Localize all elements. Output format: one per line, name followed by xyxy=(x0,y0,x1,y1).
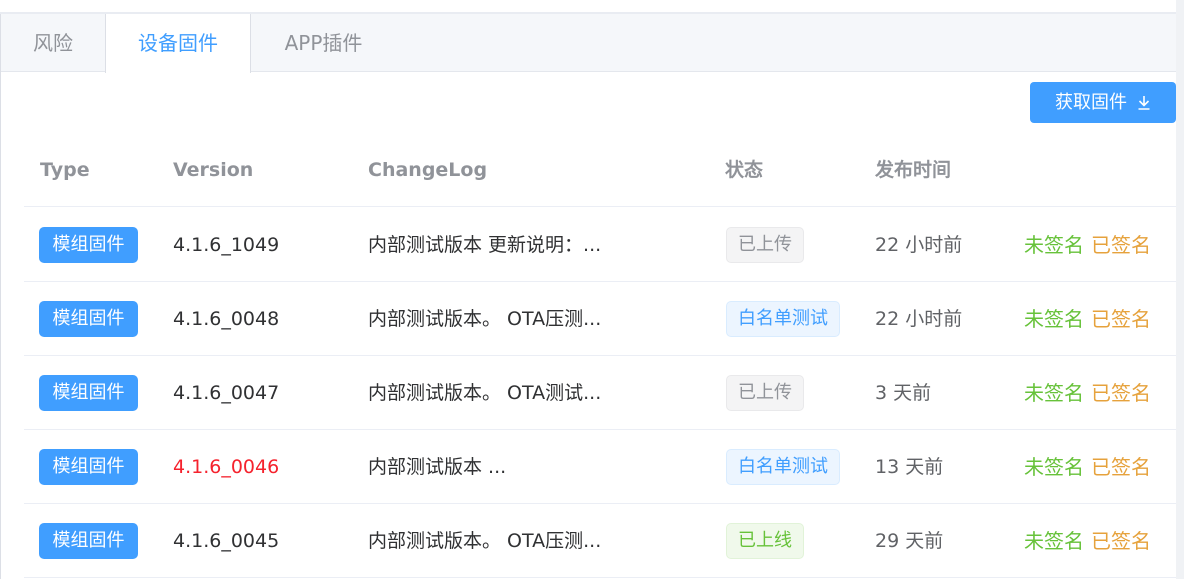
version-cell: 4.1.6_0046 xyxy=(173,456,280,478)
signed-link[interactable]: 已签名 xyxy=(1091,233,1151,257)
status-badge: 白名单测试 xyxy=(726,301,840,337)
header-changelog: ChangeLog xyxy=(368,159,488,181)
publish-time-cell: 13 天前 xyxy=(875,456,944,478)
top-strip xyxy=(0,0,1176,14)
sign-actions: 未签名 已签名 xyxy=(1024,356,1151,430)
download-icon xyxy=(1138,96,1150,110)
changelog-cell[interactable]: 内部测试版本。 OTA压测... xyxy=(368,282,601,356)
signed-link[interactable]: 已签名 xyxy=(1091,455,1151,479)
signed-link[interactable]: 已签名 xyxy=(1091,529,1151,553)
type-tag: 模组固件 xyxy=(39,375,138,411)
unsigned-link[interactable]: 未签名 xyxy=(1024,455,1084,479)
sign-actions: 未签名 已签名 xyxy=(1024,430,1151,504)
fetch-firmware-label: 获取固件 xyxy=(1055,92,1127,113)
signed-link[interactable]: 已签名 xyxy=(1091,307,1151,331)
type-tag: 模组固件 xyxy=(39,301,138,337)
signed-link[interactable]: 已签名 xyxy=(1091,381,1151,405)
sign-actions: 未签名 已签名 xyxy=(1024,504,1151,578)
sign-actions: 未签名 已签名 xyxy=(1024,282,1151,356)
tab-app-plugin[interactable]: APP插件 xyxy=(251,14,396,72)
version-cell: 4.1.6_0047 xyxy=(173,382,280,404)
version-cell: 4.1.6_1049 xyxy=(173,234,280,256)
status-badge: 白名单测试 xyxy=(726,449,840,485)
publish-time-cell: 22 小时前 xyxy=(875,234,963,256)
tab-device-firmware[interactable]: 设备固件 xyxy=(105,14,251,73)
table-header: Type Version ChangeLog 状态 发布时间 xyxy=(24,134,1176,207)
table-row[interactable]: 模组固件 4.1.6_0045 内部测试版本。 OTA压测... 已上线 29 天前 未签… xyxy=(24,504,1176,578)
table-row[interactable]: 模组固件 4.1.6_1049 内部测试版本 更新说明：... 已上传 22 小时前 未签… xyxy=(24,208,1176,282)
table-row[interactable]: 模组固件 4.1.6_0048 内部测试版本。 OTA压测... 白名单测试 22 小时… xyxy=(24,282,1176,356)
type-tag: 模组固件 xyxy=(39,227,138,263)
tab-risk[interactable]: 风险 xyxy=(1,14,105,72)
unsigned-link[interactable]: 未签名 xyxy=(1024,307,1084,331)
changelog-cell[interactable]: 内部测试版本。 OTA压测... xyxy=(368,504,601,578)
version-cell: 4.1.6_0045 xyxy=(173,530,280,552)
header-status: 状态 xyxy=(725,159,764,181)
version-cell: 4.1.6_0048 xyxy=(173,308,280,330)
table-row[interactable]: 模组固件 4.1.6_0047 内部测试版本。 OTA测试... 已上传 3 天前 未签名… xyxy=(24,356,1176,430)
status-badge: 已上线 xyxy=(726,523,804,559)
status-badge: 已上传 xyxy=(726,375,804,411)
unsigned-link[interactable]: 未签名 xyxy=(1024,529,1084,553)
type-tag: 模组固件 xyxy=(39,449,138,485)
header-type: Type xyxy=(40,159,90,181)
right-edge xyxy=(1176,0,1184,579)
status-badge: 已上传 xyxy=(726,227,804,263)
changelog-cell[interactable]: 内部测试版本 ... xyxy=(368,430,506,504)
unsigned-link[interactable]: 未签名 xyxy=(1024,381,1084,405)
table-row[interactable]: 模组固件 4.1.6_0046 内部测试版本 ... 白名单测试 13 天前 未签名 已签名 xyxy=(24,430,1176,504)
type-tag: 模组固件 xyxy=(39,523,138,559)
header-published: 发布时间 xyxy=(875,159,952,181)
changelog-cell[interactable]: 内部测试版本 更新说明：... xyxy=(368,208,601,282)
changelog-cell[interactable]: 内部测试版本。 OTA测试... xyxy=(368,356,601,430)
header-version: Version xyxy=(173,159,254,181)
publish-time-cell: 22 小时前 xyxy=(875,308,963,330)
tab-bar: 风险 设备固件 APP插件 xyxy=(1,14,1176,73)
publish-time-cell: 29 天前 xyxy=(875,530,944,552)
sign-actions: 未签名 已签名 xyxy=(1024,208,1151,282)
fetch-firmware-button[interactable]: 获取固件 xyxy=(1030,82,1176,123)
unsigned-link[interactable]: 未签名 xyxy=(1024,233,1084,257)
publish-time-cell: 3 天前 xyxy=(875,382,932,404)
